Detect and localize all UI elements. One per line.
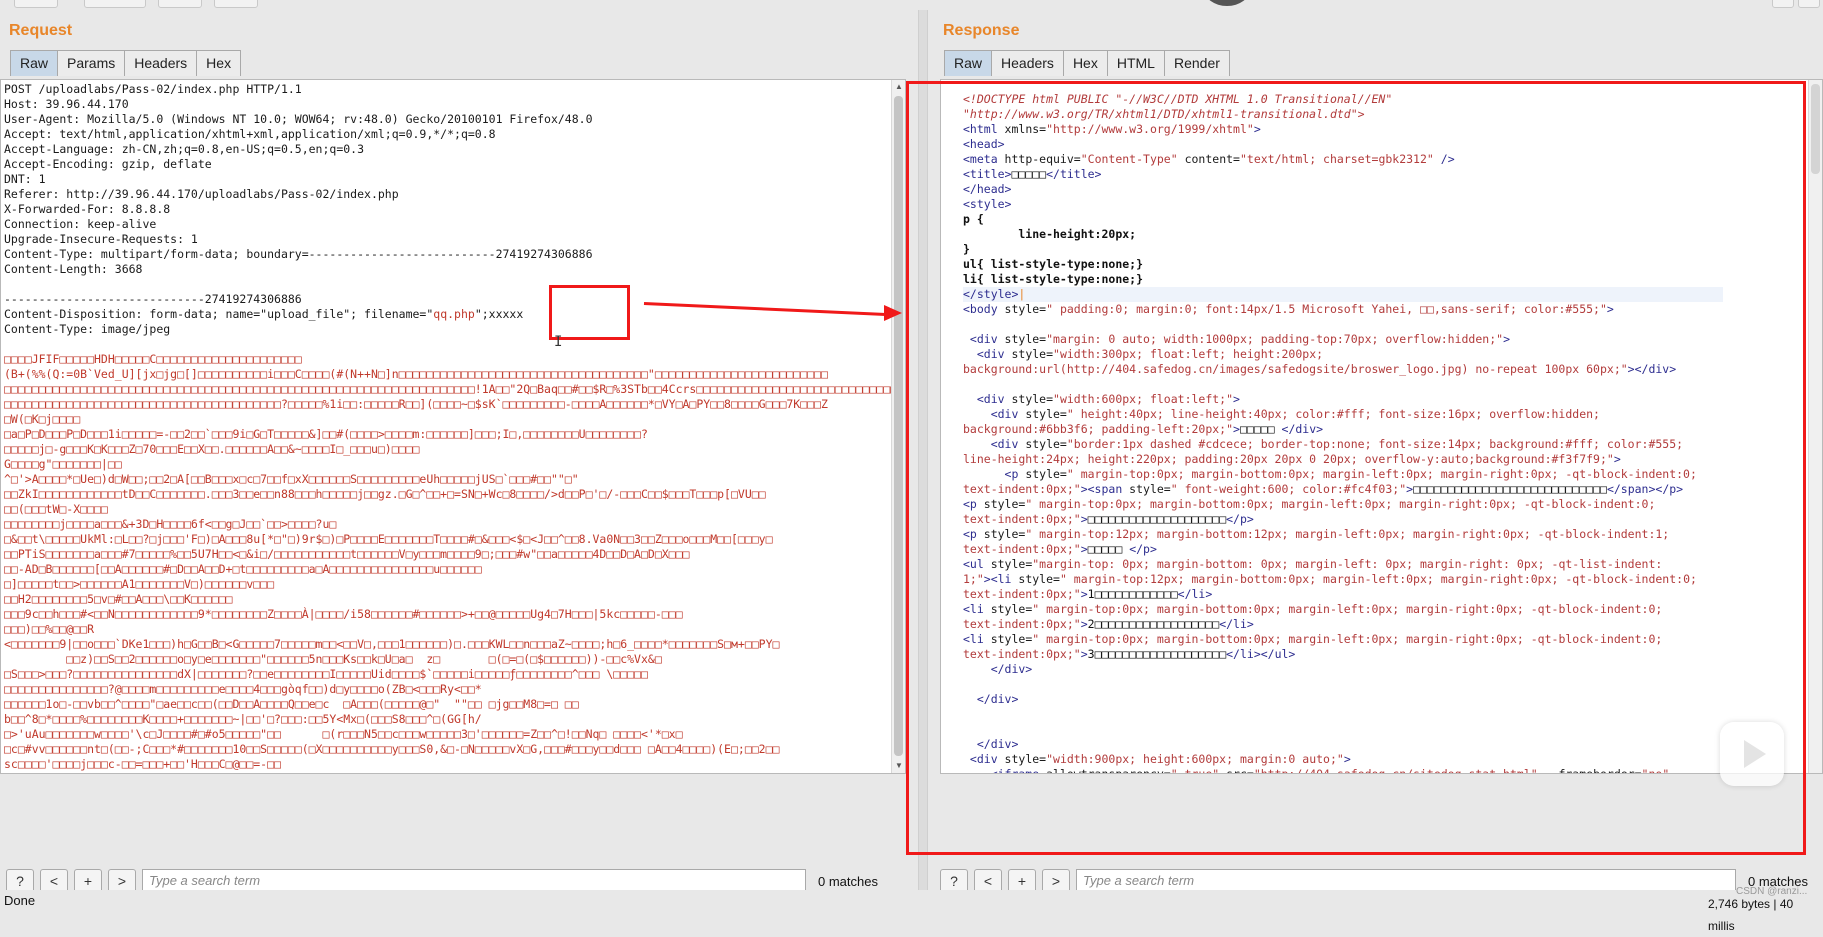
filename-value: qq.php	[433, 307, 475, 321]
binary-data-line: □□z)□□S□□2□□□□□□o□y□e□□□□□□□"□□□□□□5n□□□…	[4, 652, 662, 666]
request-header-line: Content-Length: 3668	[4, 262, 143, 276]
response-highlight-box	[906, 81, 1806, 855]
binary-data-line: ^□'>A□□□□*□Ue□)d□W□□;□□2□A[□□B□□□x□c□7□□…	[4, 472, 579, 486]
text-cursor-icon: I	[554, 334, 563, 350]
request-body[interactable]: POST /uploadlabs/Pass-02/index.php HTTP/…	[1, 80, 906, 773]
request-scrollbar[interactable]: ▲ ▼	[891, 80, 905, 773]
request-pane: Request Raw Params Headers Hex POST /upl…	[0, 10, 918, 893]
request-header-line: -----------------------------27419274306…	[4, 292, 302, 306]
request-header-line: DNT: 1	[4, 172, 46, 186]
request-header-line: X-Forwarded-For: 8.8.8.8	[4, 202, 171, 216]
request-header-line: User-Agent: Mozilla/5.0 (Windows NT 10.0…	[4, 112, 593, 126]
tab-hex[interactable]: Hex	[196, 50, 242, 76]
response-title: Response	[943, 22, 1020, 39]
binary-data-line: □□-AD□B□□□□□□[□□A□□□□□□#□D□□A□□D+□t□□□□□…	[4, 562, 482, 576]
scroll-up-icon[interactable]: ▲	[892, 80, 905, 94]
binary-data-line: □&□□t\□□□□□UkMl:□L□□?□j□□□'F□)□A□□□8u[*□…	[4, 532, 773, 546]
toolbar-button[interactable]	[214, 0, 258, 8]
binary-data-line: sc□□□□'□□□□j□□□c-□□=□□□+□□'H□□□C□@□□=-□□	[4, 757, 281, 771]
tab-render[interactable]: Render	[1163, 50, 1230, 76]
binary-data-line: □>'uAu□□□□□□□w□□□□'\c□J□□□□#□#o5□□□□□"□□…	[4, 727, 683, 741]
request-header-line: Accept: text/html,application/xhtml+xml,…	[4, 127, 496, 141]
annotation-arrow-head-icon	[884, 305, 902, 321]
binary-data-line: □□□□□□□□□□□□□□□□□□□□□□□□□□□□□□□□□□□□□□□□…	[4, 397, 828, 411]
disposition-suffix: ";xxxxx	[474, 307, 524, 321]
response-tabs: Raw Headers Hex HTML Render	[944, 50, 1230, 76]
binary-data-line: G□□□□g"□□□□□□□|□□	[4, 457, 122, 471]
binary-data-line: □□□□□j□-g□□□K□K□□□Z□70□□□E□□X□□.□□□□□□A□…	[4, 442, 420, 456]
request-tabs: Raw Params Headers Hex	[10, 50, 242, 76]
scroll-thumb[interactable]	[894, 96, 903, 756]
disposition-prefix: Content-Disposition: form-data; name="up…	[4, 307, 434, 321]
toolbar-knob	[1204, 0, 1250, 6]
tab-params[interactable]: Params	[57, 50, 126, 76]
toolbar-button[interactable]	[14, 0, 58, 8]
toolbar-button[interactable]	[1772, 0, 1794, 8]
toolbar-button[interactable]	[1798, 0, 1820, 8]
binary-data-line: □□□□□□1o□-□□vb□□^□□□□"□ae□□c□□(□□D□□A□□□…	[4, 697, 579, 711]
request-editor[interactable]: POST /uploadlabs/Pass-02/index.php HTTP/…	[0, 79, 906, 774]
binary-data-line: □□□9c□□h□□□#<□□N□□□□□□□□□□□□9*□□□□□□□□Z□…	[4, 607, 683, 621]
request-header-line	[4, 277, 905, 292]
binary-data-line: b□□^8□*□□□□%□□□□□□□□K□□□□+□□□□□□□~|□□'□?…	[4, 712, 482, 726]
response-size-status: 2,746 bytes | 40 millis	[1708, 897, 1794, 933]
tab-hex[interactable]: Hex	[1062, 50, 1108, 76]
binary-data-line: □□□□□□□□□□□□□□□?@□□□□m□□□□□□□□□e□□□□4□□□…	[4, 682, 482, 696]
binary-data-line: □□(□□□tW□-X□□□□	[4, 502, 108, 516]
toolbar-button[interactable]	[84, 0, 146, 8]
request-title: Request	[9, 22, 73, 39]
binary-data-line: □□□□□□□□□□□□□□□□□□□□□□□□□□□□□□□□□□□□□□□□…	[4, 382, 906, 396]
tab-headers[interactable]: Headers	[991, 50, 1064, 76]
request-match-count: 0 matches	[818, 873, 878, 889]
binary-data-line: □□H2□□□□□□□□5□v□#□□A□□□\□□K□□□□□□	[4, 592, 233, 606]
content-type-line: Content-Type: image/jpeg	[4, 322, 171, 336]
status-bar: Done CSDN @ranzi... 2,746 bytes | 40 mil…	[0, 886, 1823, 933]
binary-data-line: □]□□□□□t□□>□□□□□□A1□□□□□□□V□)□□□□□□v□□□	[4, 577, 275, 591]
video-play-overlay[interactable]	[1720, 722, 1784, 786]
binary-data-line: (B+(%%(Q:=0B`Ved_U][jx□jg□[]□□□□□□□□□□i□…	[4, 367, 828, 381]
binary-data-line: □□PTiS□□□□□□□a□□□#7□□□□□%□□5U7H□□<□&i□/□…	[4, 547, 690, 561]
binary-data-line: □□□)□□%□□@□□R	[4, 622, 95, 636]
request-header-line: Content-Type: multipart/form-data; bound…	[4, 247, 593, 261]
request-header-line: Referer: http://39.96.44.170/uploadlabs/…	[4, 187, 399, 201]
request-header-line: Accept-Language: zh-CN,zh;q=0.8,en-US;q=…	[4, 142, 365, 156]
binary-data-line: □S□□□>□□□?□□□□□□□□□□□□□□□dX|□□□□□□□?□□e□…	[4, 667, 648, 681]
binary-data-line: m□□□□□□□79□s□□□7w□z□<□□□□□□S□5g□□□□□□z4□…	[4, 772, 905, 773]
tab-html[interactable]: HTML	[1106, 50, 1165, 76]
response-scrollbar[interactable]	[1808, 80, 1822, 773]
filename-highlight-box	[549, 285, 630, 340]
request-header-line: Upgrade-Insecure-Requests: 1	[4, 232, 198, 246]
status-text: Done	[4, 893, 36, 908]
binary-data-line: □W(□K□j□□□□	[4, 412, 81, 426]
scroll-thumb[interactable]	[1811, 84, 1820, 174]
binary-data-line: □□ZkI□□□□□□□□□□□□tD□□C□□□□□□□.□□□3□□e□□n…	[4, 487, 766, 501]
binary-data-line: □□□□□□□□j□□□□a□□□&+3D□H□□□□6f<□□g□J□□`□□…	[4, 517, 337, 531]
request-header-line: Connection: keep-alive	[4, 217, 157, 231]
toolbar-button[interactable]	[158, 0, 202, 8]
binary-data-line: □□□□JFIF□□□□□HDH□□□□□C□□□□□□□□□□□□□□□□□□…	[4, 352, 302, 366]
binary-data-line: □c□#vv□□□□□□nt□(□□-;C□□□*#□□□□□□□10□□S□□…	[4, 742, 780, 756]
tab-raw[interactable]: Raw	[10, 50, 59, 76]
top-toolbar-strip	[0, 0, 1823, 10]
request-header-line: Accept-Encoding: gzip, deflate	[4, 157, 212, 171]
play-icon	[1744, 740, 1766, 768]
scroll-down-icon[interactable]: ▼	[892, 759, 905, 773]
request-header-line: Host: 39.96.44.170	[4, 97, 129, 111]
tab-headers[interactable]: Headers	[124, 50, 198, 76]
request-header-line: POST /uploadlabs/Pass-02/index.php HTTP/…	[4, 82, 302, 96]
binary-data-line: □a□P□D□□□P□D□□□1i□□□□□=-□□2□□`□□□9i□G□T□…	[4, 427, 648, 441]
tab-raw[interactable]: Raw	[944, 50, 993, 76]
binary-data-line: <□□□□□□□9|□□o□□□`DKe1□□□)h□G□□B□<G□□□□□7…	[4, 637, 780, 651]
